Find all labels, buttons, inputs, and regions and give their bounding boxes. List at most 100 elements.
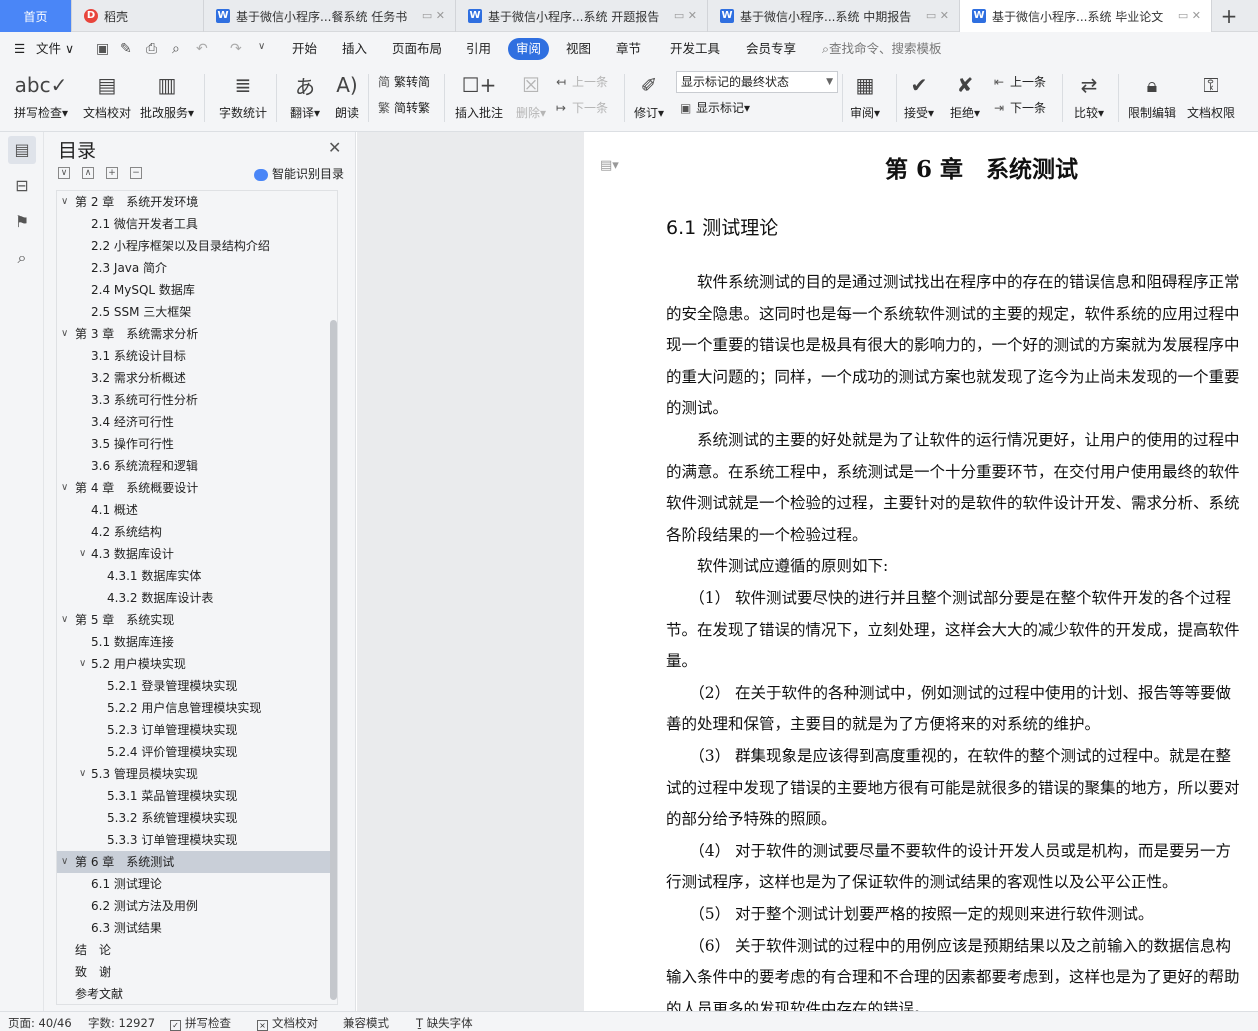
markup-state-select[interactable]: 显示标记的最终状态 ▼ xyxy=(676,71,838,93)
toc-item[interactable]: 4.1 概述 xyxy=(57,499,330,521)
menu-member[interactable]: 会员专享 xyxy=(746,32,796,66)
toc-item[interactable]: ∨ 第 6 章 系统测试 xyxy=(57,851,330,873)
page-indicator[interactable]: 页面: 40/46 xyxy=(8,1015,72,1031)
toc-item[interactable]: 5.2.2 用户信息管理模块实现 xyxy=(57,697,330,719)
toc-item[interactable]: 5.3.1 菜品管理模块实现 xyxy=(57,785,330,807)
review-service-button[interactable]: ▥ 批改服务▾ xyxy=(132,70,202,121)
compare-button[interactable]: ⇄ 比较▾ xyxy=(1054,70,1124,121)
toc-item[interactable]: 2.5 SSM 三大框架 xyxy=(57,301,330,323)
toc-item[interactable]: 3.4 经济可行性 xyxy=(57,411,330,433)
toc-item[interactable]: 3.5 操作可行性 xyxy=(57,433,330,455)
show-markup-button[interactable]: ▣ 显示标记▾ xyxy=(680,98,750,118)
toc-item[interactable]: 致 谢 xyxy=(57,961,330,983)
toc-item[interactable]: ∨ 第 3 章 系统需求分析 xyxy=(57,323,330,345)
save-icon[interactable]: ▣ xyxy=(96,41,109,57)
toc-item[interactable]: ∨ 4.3 数据库设计 xyxy=(57,543,330,565)
toc-item[interactable]: 3.2 需求分析概述 xyxy=(57,367,330,389)
toc-item[interactable]: 6.3 测试结果 xyxy=(57,917,330,939)
chevron-down-icon[interactable]: ∨ xyxy=(61,477,73,499)
menu-references[interactable]: 引用 xyxy=(466,32,491,66)
toc-item[interactable]: 2.4 MySQL 数据库 xyxy=(57,279,330,301)
toc-item[interactable]: 5.1 数据库连接 xyxy=(57,631,330,653)
search-command[interactable]: ⌕查找命令、搜索模板 xyxy=(822,32,942,66)
toc-item[interactable]: 3.6 系统流程和逻辑 xyxy=(57,455,330,477)
chevron-down-icon[interactable]: ∨ xyxy=(258,41,265,52)
trad-to-simp-button[interactable]: 简繁转简 xyxy=(378,72,430,92)
menu-developer[interactable]: 开发工具 xyxy=(670,32,720,66)
chapter-nav-icon[interactable]: ⊟ xyxy=(8,172,36,200)
next-comment-button[interactable]: ↦ 下一条 xyxy=(556,98,608,118)
toc-item[interactable]: ∨ 5.2 用户模块实现 xyxy=(57,653,330,675)
spell-check-button[interactable]: abc✓ 拼写检查▾ xyxy=(6,70,76,121)
toc-item[interactable]: 4.3.1 数据库实体 xyxy=(57,565,330,587)
menu-review[interactable]: 审阅 xyxy=(508,38,550,60)
status-doc-proofread[interactable]: × 文档校对 xyxy=(257,1015,318,1031)
toc-item[interactable]: 5.3.3 订单管理模块实现 xyxy=(57,829,330,851)
close-icon[interactable]: ▭ ✕ xyxy=(422,9,445,22)
format-painter-icon[interactable]: ✎ xyxy=(120,41,132,57)
toc-item[interactable]: 3.3 系统可行性分析 xyxy=(57,389,330,411)
menu-insert[interactable]: 插入 xyxy=(342,32,367,66)
simp-to-trad-button[interactable]: 繁简转繁 xyxy=(378,98,430,118)
collapse-all-icon[interactable]: ∨ xyxy=(58,167,70,179)
close-icon[interactable]: ▭ ✕ xyxy=(674,9,697,22)
chevron-down-icon[interactable]: ∨ xyxy=(79,763,91,785)
search-icon[interactable]: ⌕ xyxy=(8,244,36,272)
toc-item[interactable]: 4.2 系统结构 xyxy=(57,521,330,543)
track-changes-button[interactable]: ✐ 修订▾ xyxy=(614,70,684,121)
redo-icon[interactable]: ↷ xyxy=(230,41,242,57)
expand-up-icon[interactable]: ∧ xyxy=(82,167,94,179)
read-aloud-button[interactable]: A) 朗读 xyxy=(312,70,382,121)
hamburger-icon[interactable]: ☰ xyxy=(14,32,25,66)
tab-home[interactable]: 首页 xyxy=(0,0,72,32)
toc-item[interactable]: 5.2.4 评价管理模块实现 xyxy=(57,741,330,763)
add-heading-icon[interactable]: + xyxy=(106,167,118,179)
toc-item[interactable]: ∨ 第 4 章 系统概要设计 xyxy=(57,477,330,499)
reject-button[interactable]: ✘ 拒绝▾ xyxy=(930,70,1000,121)
status-spell-check[interactable]: ✓ 拼写检查 xyxy=(170,1015,231,1031)
close-icon[interactable]: ✕ xyxy=(328,138,341,157)
menu-file[interactable]: 文件 ∨ xyxy=(36,32,74,66)
prev-change-button[interactable]: ⇤ 上一条 xyxy=(994,72,1046,92)
menu-home[interactable]: 开始 xyxy=(292,32,317,66)
menu-chapter[interactable]: 章节 xyxy=(616,32,641,66)
chevron-down-icon[interactable]: ∨ xyxy=(61,323,73,345)
toc-item[interactable]: 5.2.1 登录管理模块实现 xyxy=(57,675,330,697)
tab-document[interactable]: W 基于微信小程序...系统 中期报告 ▭ ✕ xyxy=(708,0,960,32)
chevron-down-icon[interactable]: ∨ xyxy=(61,609,73,631)
next-change-button[interactable]: ⇥ 下一条 xyxy=(994,98,1046,118)
undo-icon[interactable]: ↶ xyxy=(196,41,208,57)
toc-panel-icon[interactable]: ▤ xyxy=(8,136,36,164)
toc-item[interactable]: 6.2 测试方法及用例 xyxy=(57,895,330,917)
word-count[interactable]: 字数: 12927 xyxy=(88,1015,155,1031)
bookmark-icon[interactable]: ⚑ xyxy=(8,208,36,236)
new-tab-button[interactable]: + xyxy=(1212,4,1246,28)
print-icon[interactable]: ⎙ xyxy=(146,41,157,57)
tab-document-active[interactable]: W 基于微信小程序...系统 毕业论文 ▭ ✕ xyxy=(960,0,1212,32)
smart-toc-button[interactable]: 智能识别目录 xyxy=(254,165,344,182)
toc-item[interactable]: 6.1 测试理论 xyxy=(57,873,330,895)
toc-item[interactable]: 2.2 小程序框架以及目录结构介绍 xyxy=(57,235,330,257)
tab-document[interactable]: W 基于微信小程序...餐系统 任务书 ▭ ✕ xyxy=(204,0,456,32)
toc-scrollbar[interactable] xyxy=(330,320,337,1000)
doc-options-icon[interactable]: ▤▾ xyxy=(600,158,619,173)
word-count-button[interactable]: ≣ 字数统计 xyxy=(208,70,278,121)
remove-heading-icon[interactable]: − xyxy=(130,167,142,179)
chevron-down-icon[interactable]: ∨ xyxy=(79,653,91,675)
toc-item[interactable]: 5.3.2 系统管理模块实现 xyxy=(57,807,330,829)
missing-fonts[interactable]: Ṯ 缺失字体 xyxy=(416,1015,473,1031)
close-icon[interactable]: ▭ ✕ xyxy=(926,9,949,22)
chevron-down-icon[interactable]: ∨ xyxy=(61,191,73,213)
toc-item[interactable]: ∨ 5.3 管理员模块实现 xyxy=(57,763,330,785)
toc-item[interactable]: 3.1 系统设计目标 xyxy=(57,345,330,367)
toc-item[interactable]: 2.3 Java 简介 xyxy=(57,257,330,279)
toc-item[interactable]: 2.1 微信开发者工具 xyxy=(57,213,330,235)
toc-item[interactable]: 4.3.2 数据库设计表 xyxy=(57,587,330,609)
chevron-down-icon[interactable]: ∨ xyxy=(61,851,73,873)
toc-item[interactable]: 结 论 xyxy=(57,939,330,961)
chevron-down-icon[interactable]: ∨ xyxy=(79,543,91,565)
toc-item[interactable]: 参考文献 xyxy=(57,983,330,1004)
menu-page-layout[interactable]: 页面布局 xyxy=(392,32,442,66)
print-preview-icon[interactable]: ⌕ xyxy=(172,41,180,57)
tab-document[interactable]: W 基于微信小程序...系统 开题报告 ▭ ✕ xyxy=(456,0,708,32)
